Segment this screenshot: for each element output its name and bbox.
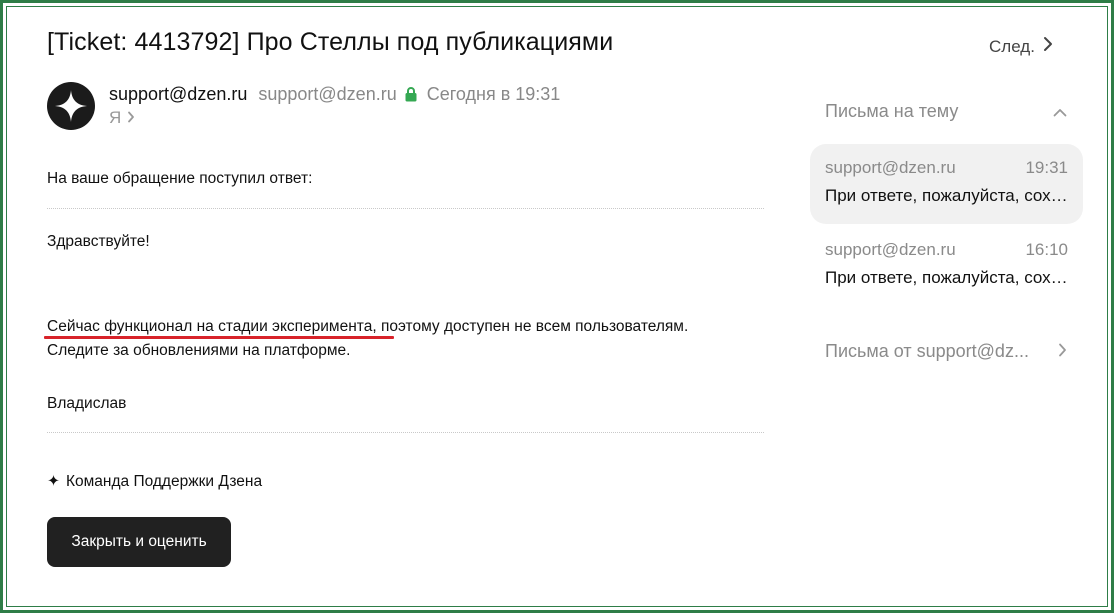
recipient-row[interactable]: Я bbox=[109, 108, 135, 128]
body-line-1-rest: , поэтому доступен не всем пользователям… bbox=[372, 318, 689, 335]
thread-header-label: Письма на тему bbox=[825, 101, 959, 121]
body-line-2: Следите за обновлениями на платформе. bbox=[47, 342, 351, 359]
body-signature: Владислав bbox=[47, 395, 127, 412]
emails-from-sender-link[interactable]: Письма от support@dz... bbox=[825, 341, 1067, 362]
thread-preview: При ответе, пожалуйста, сохраните bbox=[825, 268, 1068, 287]
thread-from: support@dzen.ru bbox=[825, 240, 956, 259]
thread-item[interactable]: support@dzen.ru 16:10 При ответе, пожалу… bbox=[810, 226, 1083, 306]
sender-name[interactable]: support@dzen.ru bbox=[109, 84, 247, 105]
thread-item[interactable]: support@dzen.ru 19:31 При ответе, пожалу… bbox=[810, 144, 1083, 224]
close-and-rate-button[interactable]: Закрыть и оценить bbox=[47, 517, 231, 567]
thread-preview: При ответе, пожалуйста, сохраните bbox=[825, 186, 1068, 205]
chevron-up-icon bbox=[1053, 101, 1067, 122]
sender-avatar[interactable] bbox=[47, 82, 95, 130]
email-subject: [Ticket: 4413792] Про Стеллы под публика… bbox=[47, 28, 614, 56]
body-line-1: Сейчас функционал на стадии эксперимента… bbox=[47, 318, 688, 336]
divider bbox=[47, 432, 764, 433]
body-greeting: Здравствуйте! bbox=[47, 233, 150, 250]
sender-row: support@dzen.ru support@dzen.ru Сегодня … bbox=[109, 84, 560, 105]
sender-email[interactable]: support@dzen.ru bbox=[258, 84, 396, 105]
chevron-right-icon bbox=[127, 108, 135, 128]
divider bbox=[47, 208, 764, 209]
team-name: Команда Поддержки Дзена bbox=[66, 472, 263, 490]
thread-header[interactable]: Письма на тему bbox=[825, 101, 1067, 122]
body-intro: На ваше обращение поступил ответ: bbox=[47, 170, 313, 187]
thread-time: 19:31 bbox=[1025, 158, 1068, 177]
dzen-star-logo-icon bbox=[55, 90, 87, 122]
lock-icon bbox=[405, 87, 417, 102]
next-label: След. bbox=[989, 36, 1035, 56]
chevron-right-icon bbox=[1043, 36, 1053, 57]
sparkle-icon: ✦ bbox=[47, 473, 60, 490]
next-email-link[interactable]: След. bbox=[989, 36, 1053, 57]
thread-time: 16:10 bbox=[1025, 240, 1068, 259]
sent-date: Сегодня в 19:31 bbox=[426, 84, 561, 104]
chevron-right-icon bbox=[1058, 341, 1067, 362]
red-underline-annotation bbox=[44, 336, 394, 339]
highlighted-text: Сейчас функционал на стадии эксперимента bbox=[47, 318, 373, 335]
recipient-label: Я bbox=[109, 108, 122, 127]
from-sender-label: Письма от support@dz... bbox=[825, 341, 1029, 361]
thread-from: support@dzen.ru bbox=[825, 158, 956, 177]
team-signature: ✦ Команда Поддержки Дзена bbox=[47, 472, 262, 491]
